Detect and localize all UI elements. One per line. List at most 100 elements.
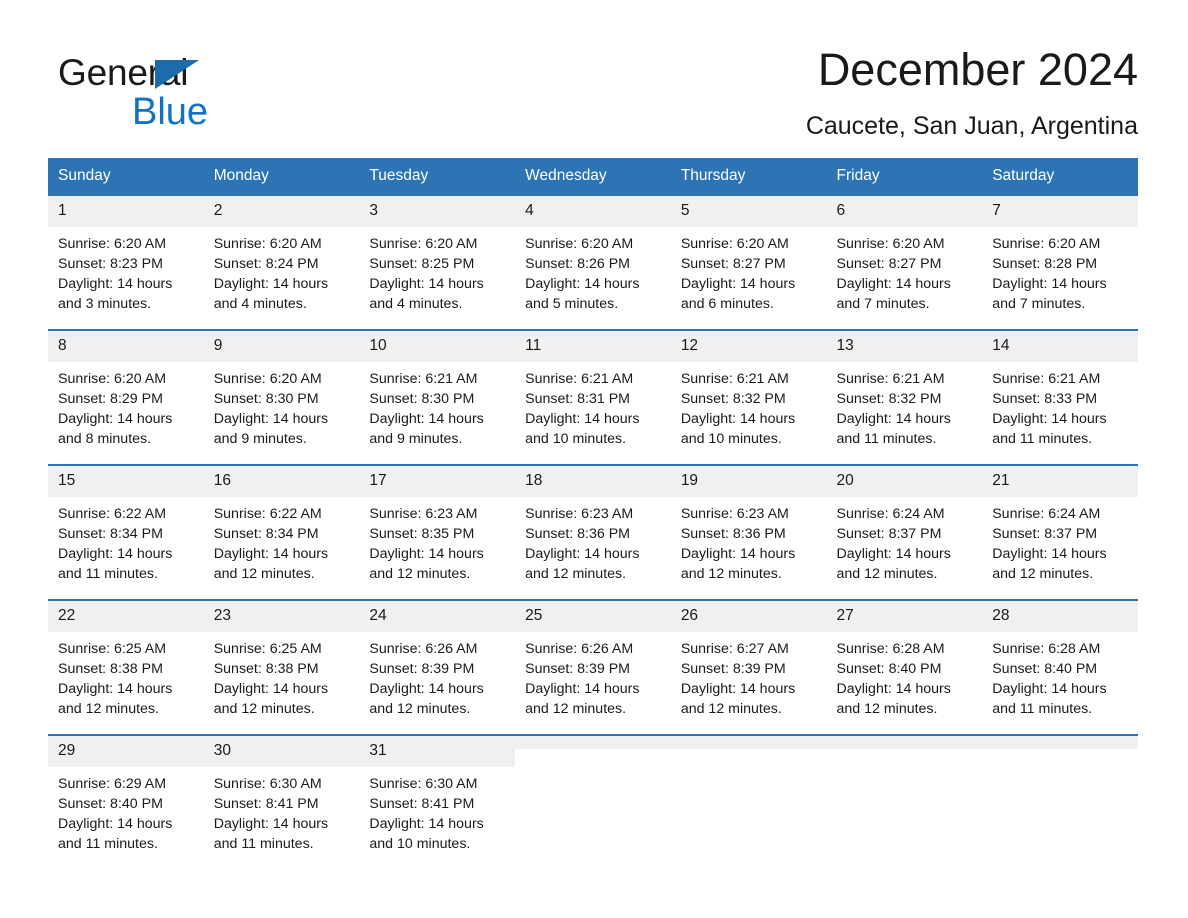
calendar-day-cell[interactable]: 23 Sunrise: 6:25 AM Sunset: 8:38 PM Dayl… [203, 599, 360, 735]
calendar-day-cell[interactable]: 6 Sunrise: 6:20 AM Sunset: 8:27 PM Dayli… [826, 194, 983, 330]
sunrise-text: Sunrise: 6:24 AM [992, 506, 1101, 522]
day-number: 14 [982, 331, 1138, 362]
daylight-text-line2: and 11 minutes. [836, 431, 937, 447]
weekday-header-thursday: Thursday [670, 158, 827, 195]
calendar-page: General Blue December 2024 Caucete, San … [0, 0, 1188, 918]
weekday-header-tuesday: Tuesday [359, 158, 516, 195]
daylight-text-line1: Daylight: 14 hours [213, 411, 329, 427]
sunrise-text: Sunrise: 6:29 AM [58, 776, 167, 792]
calendar-day-cell[interactable]: 16 Sunrise: 6:22 AM Sunset: 8:34 PM Dayl… [203, 464, 360, 600]
day-number: 29 [48, 736, 204, 767]
calendar-week-row: 22 Sunrise: 6:25 AM Sunset: 8:38 PM Dayl… [48, 599, 1138, 735]
day-number: 25 [515, 601, 671, 632]
daylight-text-line1: Daylight: 14 hours [992, 276, 1107, 292]
sunset-text: Sunset: 8:41 PM [369, 796, 475, 812]
sunset-text: Sunset: 8:27 PM [836, 256, 942, 272]
calendar-day-cell[interactable]: 28 Sunrise: 6:28 AM Sunset: 8:40 PM Dayl… [982, 599, 1138, 735]
day-number: 30 [203, 736, 360, 767]
daylight-text-line1: Daylight: 14 hours [992, 546, 1107, 562]
calendar-day-cell[interactable]: 20 Sunrise: 6:24 AM Sunset: 8:37 PM Dayl… [826, 464, 983, 600]
day-details: Sunrise: 6:23 AM Sunset: 8:36 PM Dayligh… [671, 497, 827, 584]
calendar-day-cell[interactable]: 8 Sunrise: 6:20 AM Sunset: 8:29 PM Dayli… [48, 329, 204, 465]
calendar-week-row: 1 Sunrise: 6:20 AM Sunset: 8:23 PM Dayli… [48, 194, 1138, 330]
calendar-day-cell[interactable]: 25 Sunrise: 6:26 AM Sunset: 8:39 PM Dayl… [515, 599, 671, 735]
sunrise-text: Sunrise: 6:20 AM [58, 236, 167, 252]
calendar-day-cell[interactable]: 17 Sunrise: 6:23 AM Sunset: 8:35 PM Dayl… [359, 464, 516, 600]
calendar-day-cell[interactable]: 19 Sunrise: 6:23 AM Sunset: 8:36 PM Dayl… [670, 464, 827, 600]
day-details: Sunrise: 6:21 AM Sunset: 8:30 PM Dayligh… [359, 362, 515, 449]
sunrise-text: Sunrise: 6:20 AM [525, 236, 634, 252]
sunset-text: Sunset: 8:34 PM [58, 526, 163, 542]
calendar-day-cell[interactable]: 31 Sunrise: 6:30 AM Sunset: 8:41 PM Dayl… [359, 734, 516, 869]
logo-triangle-icon [155, 60, 199, 89]
day-details: Sunrise: 6:25 AM Sunset: 8:38 PM Dayligh… [48, 632, 204, 719]
sunrise-text: Sunrise: 6:20 AM [680, 236, 789, 252]
day-number: 20 [826, 466, 983, 497]
day-details: Sunrise: 6:20 AM Sunset: 8:27 PM Dayligh… [671, 227, 827, 314]
calendar-day-cell[interactable]: 14 Sunrise: 6:21 AM Sunset: 8:33 PM Dayl… [982, 329, 1138, 465]
day-number: 11 [515, 331, 671, 362]
calendar-day-cell[interactable]: 29 Sunrise: 6:29 AM Sunset: 8:40 PM Dayl… [48, 734, 204, 869]
weekday-header-wednesday: Wednesday [515, 158, 671, 195]
daylight-text-line1: Daylight: 14 hours [213, 681, 329, 697]
daylight-text-line1: Daylight: 14 hours [213, 546, 329, 562]
day-details: Sunrise: 6:22 AM Sunset: 8:34 PM Dayligh… [48, 497, 204, 584]
daylight-text-line2: and 10 minutes. [680, 431, 782, 447]
sunset-text: Sunset: 8:35 PM [369, 526, 475, 542]
calendar-day-cell[interactable]: 22 Sunrise: 6:25 AM Sunset: 8:38 PM Dayl… [48, 599, 204, 735]
daylight-text-line1: Daylight: 14 hours [58, 681, 173, 697]
calendar-day-cell[interactable]: 30 Sunrise: 6:30 AM Sunset: 8:41 PM Dayl… [203, 734, 360, 869]
calendar-day-cell[interactable]: 4 Sunrise: 6:20 AM Sunset: 8:26 PM Dayli… [515, 194, 671, 330]
daylight-text-line2: and 9 minutes. [369, 431, 463, 447]
day-number: 21 [982, 466, 1138, 497]
calendar-day-cell[interactable]: 27 Sunrise: 6:28 AM Sunset: 8:40 PM Dayl… [826, 599, 983, 735]
calendar-day-cell[interactable]: 18 Sunrise: 6:23 AM Sunset: 8:36 PM Dayl… [515, 464, 671, 600]
calendar-day-cell[interactable]: 2 Sunrise: 6:20 AM Sunset: 8:24 PM Dayli… [203, 194, 360, 330]
day-number: 26 [670, 601, 827, 632]
calendar-day-cell[interactable]: 1 Sunrise: 6:20 AM Sunset: 8:23 PM Dayli… [48, 194, 204, 330]
calendar-day-cell-empty [670, 734, 827, 869]
calendar-day-cell-empty [982, 734, 1138, 869]
day-details: Sunrise: 6:30 AM Sunset: 8:41 PM Dayligh… [359, 767, 515, 854]
calendar-day-cell[interactable]: 24 Sunrise: 6:26 AM Sunset: 8:39 PM Dayl… [359, 599, 516, 735]
location-subtitle: Caucete, San Juan, Argentina [805, 112, 1138, 140]
daylight-text-line2: and 12 minutes. [525, 701, 627, 717]
daylight-text-line2: and 8 minutes. [58, 431, 152, 447]
sunset-text: Sunset: 8:24 PM [213, 256, 319, 272]
day-details: Sunrise: 6:20 AM Sunset: 8:24 PM Dayligh… [204, 227, 360, 314]
calendar-day-cell[interactable]: 12 Sunrise: 6:21 AM Sunset: 8:32 PM Dayl… [670, 329, 827, 465]
day-details: Sunrise: 6:20 AM Sunset: 8:25 PM Dayligh… [359, 227, 515, 314]
sunrise-text: Sunrise: 6:20 AM [213, 371, 322, 387]
sunset-text: Sunset: 8:30 PM [213, 391, 319, 407]
day-number: 6 [826, 196, 983, 227]
calendar-day-cell[interactable]: 15 Sunrise: 6:22 AM Sunset: 8:34 PM Dayl… [48, 464, 204, 600]
day-number: 18 [515, 466, 671, 497]
sunrise-text: Sunrise: 6:20 AM [58, 371, 167, 387]
day-details: Sunrise: 6:26 AM Sunset: 8:39 PM Dayligh… [515, 632, 671, 719]
daylight-text-line1: Daylight: 14 hours [680, 411, 796, 427]
day-details: Sunrise: 6:27 AM Sunset: 8:39 PM Dayligh… [671, 632, 827, 719]
calendar-day-cell[interactable]: 10 Sunrise: 6:21 AM Sunset: 8:30 PM Dayl… [359, 329, 516, 465]
day-details: Sunrise: 6:23 AM Sunset: 8:35 PM Dayligh… [359, 497, 515, 584]
day-details: Sunrise: 6:21 AM Sunset: 8:32 PM Dayligh… [827, 362, 983, 449]
sunset-text: Sunset: 8:41 PM [213, 796, 319, 812]
sunrise-text: Sunrise: 6:24 AM [836, 506, 945, 522]
daylight-text-line2: and 12 minutes. [680, 701, 782, 717]
sunrise-text: Sunrise: 6:21 AM [525, 371, 634, 387]
calendar-day-cell[interactable]: 5 Sunrise: 6:20 AM Sunset: 8:27 PM Dayli… [670, 194, 827, 330]
day-number: 4 [515, 196, 671, 227]
calendar-day-cell[interactable]: 11 Sunrise: 6:21 AM Sunset: 8:31 PM Dayl… [515, 329, 671, 465]
calendar-day-cell[interactable]: 21 Sunrise: 6:24 AM Sunset: 8:37 PM Dayl… [982, 464, 1138, 600]
calendar-day-cell[interactable]: 7 Sunrise: 6:20 AM Sunset: 8:28 PM Dayli… [982, 194, 1138, 330]
sunrise-text: Sunrise: 6:20 AM [369, 236, 478, 252]
sunrise-text: Sunrise: 6:22 AM [58, 506, 167, 522]
calendar-day-cell[interactable]: 9 Sunrise: 6:20 AM Sunset: 8:30 PM Dayli… [203, 329, 360, 465]
sunrise-text: Sunrise: 6:20 AM [836, 236, 945, 252]
calendar-day-cell[interactable]: 13 Sunrise: 6:21 AM Sunset: 8:32 PM Dayl… [826, 329, 983, 465]
day-number: 1 [48, 196, 204, 227]
daylight-text-line2: and 12 minutes. [369, 701, 471, 717]
sunset-text: Sunset: 8:37 PM [836, 526, 942, 542]
day-number: 8 [48, 331, 204, 362]
calendar-day-cell[interactable]: 26 Sunrise: 6:27 AM Sunset: 8:39 PM Dayl… [670, 599, 827, 735]
calendar-day-cell[interactable]: 3 Sunrise: 6:20 AM Sunset: 8:25 PM Dayli… [359, 194, 516, 330]
